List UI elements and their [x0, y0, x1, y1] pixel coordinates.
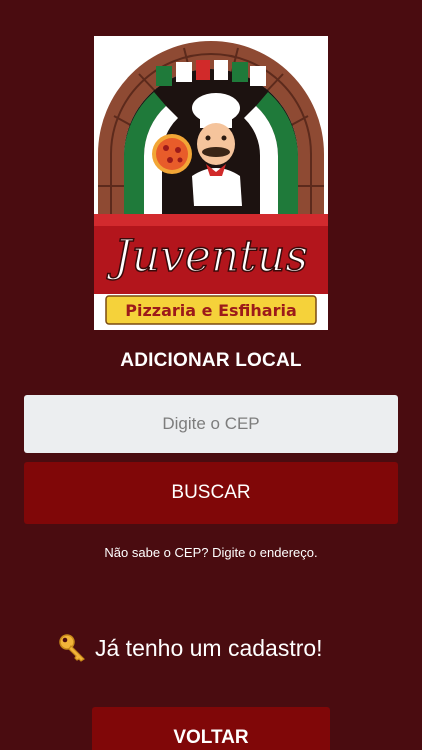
logo-tagline-text: Pizzaria e Esfiharia: [125, 301, 296, 320]
already-registered-label: Já tenho um cadastro!: [95, 634, 323, 661]
already-registered-link[interactable]: Já tenho um cadastro!: [58, 628, 323, 668]
search-button[interactable]: BUSCAR: [24, 462, 398, 524]
key-icon: [58, 633, 88, 663]
pizzeria-logo: Juventus Pizzaria e Esfiharia: [94, 36, 328, 330]
back-button[interactable]: VOLTAR: [92, 707, 330, 750]
enter-address-link[interactable]: Não sabe o CEP? Digite o endereço.: [0, 545, 422, 560]
add-location-screen: Juventus Pizzaria e Esfiharia ADICIONAR …: [0, 0, 422, 750]
page-title: ADICIONAR LOCAL: [120, 350, 302, 371]
logo-brand-text: Juventus: [106, 231, 308, 282]
cep-input[interactable]: [24, 395, 398, 453]
